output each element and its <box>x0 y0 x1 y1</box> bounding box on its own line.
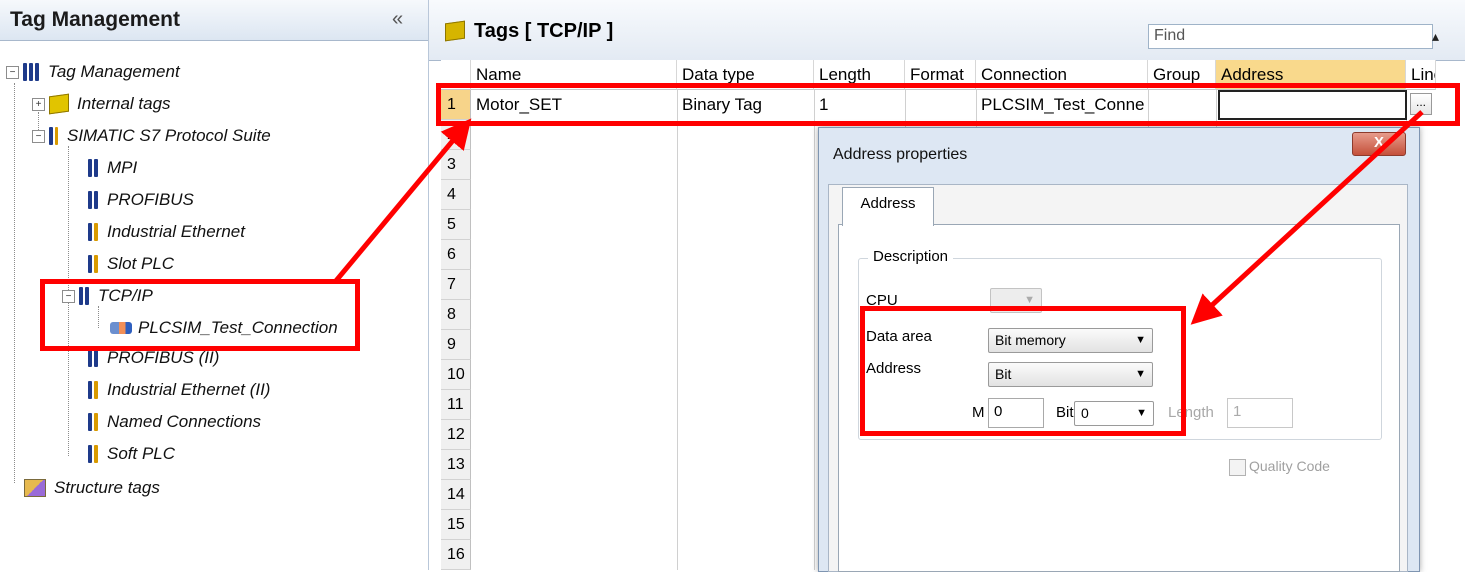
annotation-arrows <box>333 110 1424 325</box>
arrow-connection-to-row <box>333 118 472 284</box>
arrow-browse-to-address <box>1190 110 1424 325</box>
